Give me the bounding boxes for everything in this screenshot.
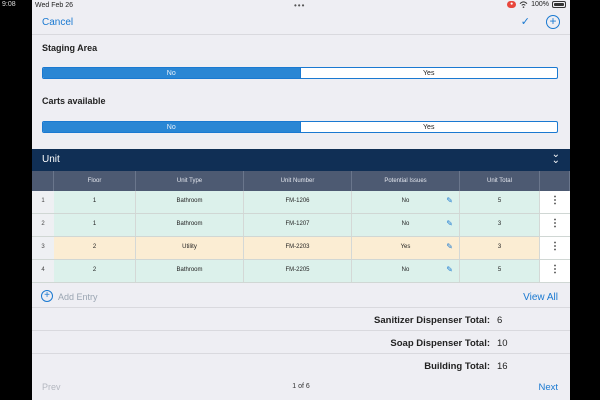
column-header-unit-number[interactable]: Unit Number: [244, 171, 352, 191]
form-screen: Wed Feb 26 ••• ● 100% Cancel ✓ + Staging…: [32, 0, 570, 400]
total-label: Soap Dispenser Total:: [390, 338, 490, 349]
table-row[interactable]: 2 1 Bathroom FM-1207 No ✎ 3 ⋮: [32, 214, 570, 237]
column-header-floor[interactable]: Floor: [54, 171, 136, 191]
add-entry-button[interactable]: Add Entry: [58, 292, 98, 302]
staging-area-yes-option[interactable]: Yes: [299, 68, 558, 78]
unit-total-cell[interactable]: 3: [460, 214, 540, 236]
total-label: Sanitizer Dispenser Total:: [374, 315, 490, 326]
add-circle-icon[interactable]: +: [41, 290, 53, 302]
add-entry-row: + Add Entry View All: [32, 286, 570, 308]
recording-icon: ●: [507, 1, 517, 8]
potential-issues-cell[interactable]: No ✎: [352, 214, 460, 236]
unit-number-cell[interactable]: FM-2205: [244, 260, 352, 282]
pencil-icon[interactable]: ✎: [446, 260, 453, 280]
chevron-double-down-icon[interactable]: ⌄ ⌄: [552, 150, 560, 166]
unit-section-title: Unit: [42, 154, 60, 165]
row-index: 2: [32, 214, 54, 236]
unit-number-cell[interactable]: FM-2203: [244, 237, 352, 259]
carts-available-yes-option[interactable]: Yes: [299, 122, 558, 132]
battery-icon: [552, 1, 566, 8]
row-index: 4: [32, 260, 54, 282]
unit-total-cell[interactable]: 5: [460, 191, 540, 213]
total-label: Building Total:: [424, 361, 490, 372]
potential-issues-value: No: [401, 221, 410, 227]
unit-type-cell[interactable]: Bathroom: [136, 260, 244, 282]
more-vertical-icon[interactable]: ⋮: [540, 191, 570, 213]
status-icons: ● 100%: [507, 1, 566, 8]
column-header-unit-total[interactable]: Unit Total: [460, 171, 540, 191]
carts-available-no-option[interactable]: No: [43, 122, 300, 132]
more-vertical-icon[interactable]: ⋮: [540, 214, 570, 236]
wifi-icon: [519, 1, 528, 8]
cancel-button[interactable]: Cancel: [42, 17, 73, 28]
page-indicator: 1 of 6: [292, 383, 310, 390]
potential-issues-value: No: [401, 267, 410, 273]
staging-area-label: Staging Area: [42, 43, 98, 53]
potential-issues-cell[interactable]: Yes ✎: [352, 237, 460, 259]
staging-area-segmented-control: No Yes: [42, 67, 558, 79]
row-index: 1: [32, 191, 54, 213]
unit-total-cell[interactable]: 5: [460, 260, 540, 282]
status-bar: Wed Feb 26 ••• ● 100%: [32, 0, 570, 11]
pencil-icon[interactable]: ✎: [446, 237, 453, 257]
unit-section-header[interactable]: Unit ⌄ ⌄: [32, 149, 570, 171]
add-circle-icon[interactable]: +: [546, 15, 560, 29]
next-button[interactable]: Next: [538, 382, 558, 393]
pencil-icon[interactable]: ✎: [446, 214, 453, 234]
column-header-potential-issues[interactable]: Potential Issues: [352, 171, 460, 191]
floor-cell[interactable]: 2: [54, 237, 136, 259]
battery-percent: 100%: [531, 1, 549, 8]
soap-dispenser-total-row: Soap Dispenser Total: 10: [32, 332, 570, 354]
column-header-actions: [540, 171, 570, 191]
total-value: 10: [497, 338, 508, 349]
row-index: 3: [32, 237, 54, 259]
nav-bar: Cancel ✓ +: [32, 11, 570, 35]
floor-cell[interactable]: 1: [54, 214, 136, 236]
unit-type-cell[interactable]: Utility: [136, 237, 244, 259]
total-value: 6: [497, 315, 503, 326]
carts-available-label: Carts available: [42, 96, 106, 106]
unit-number-cell[interactable]: FM-1206: [244, 191, 352, 213]
row-index-header: [32, 171, 54, 191]
table-header: Floor Unit Type Unit Number Potential Is…: [32, 171, 570, 191]
multitask-dots[interactable]: •••: [294, 1, 305, 10]
unit-number-cell[interactable]: FM-1207: [244, 214, 352, 236]
floor-cell[interactable]: 2: [54, 260, 136, 282]
unit-total-cell[interactable]: 3: [460, 237, 540, 259]
carts-available-segmented-control: No Yes: [42, 121, 558, 133]
floor-cell[interactable]: 1: [54, 191, 136, 213]
pencil-icon[interactable]: ✎: [446, 191, 453, 211]
more-vertical-icon[interactable]: ⋮: [540, 237, 570, 259]
column-header-unit-type[interactable]: Unit Type: [136, 171, 244, 191]
table-row[interactable]: 1 1 Bathroom FM-1206 No ✎ 5 ⋮: [32, 191, 570, 214]
total-value: 16: [497, 361, 508, 372]
staging-area-no-option[interactable]: No: [43, 68, 300, 78]
sanitizer-dispenser-total-row: Sanitizer Dispenser Total: 6: [32, 309, 570, 331]
table-row[interactable]: 4 2 Bathroom FM-2205 No ✎ 5 ⋮: [32, 260, 570, 283]
potential-issues-value: Yes: [400, 244, 411, 250]
status-date: Wed Feb 26: [35, 2, 74, 9]
building-total-row: Building Total: 16: [32, 355, 570, 377]
potential-issues-cell[interactable]: No ✎: [352, 260, 460, 282]
unit-type-cell[interactable]: Bathroom: [136, 214, 244, 236]
view-all-link[interactable]: View All: [523, 292, 558, 303]
status-time: 9:08: [2, 1, 16, 8]
potential-issues-value: No: [401, 198, 410, 204]
unit-type-cell[interactable]: Bathroom: [136, 191, 244, 213]
more-vertical-icon[interactable]: ⋮: [540, 260, 570, 282]
pagination-footer: Prev 1 of 6 Next: [32, 376, 570, 400]
potential-issues-cell[interactable]: No ✎: [352, 191, 460, 213]
unit-table: Floor Unit Type Unit Number Potential Is…: [32, 171, 570, 283]
checkmark-icon[interactable]: ✓: [521, 15, 530, 28]
table-row[interactable]: 3 2 Utility FM-2203 Yes ✎ 3 ⋮: [32, 237, 570, 260]
